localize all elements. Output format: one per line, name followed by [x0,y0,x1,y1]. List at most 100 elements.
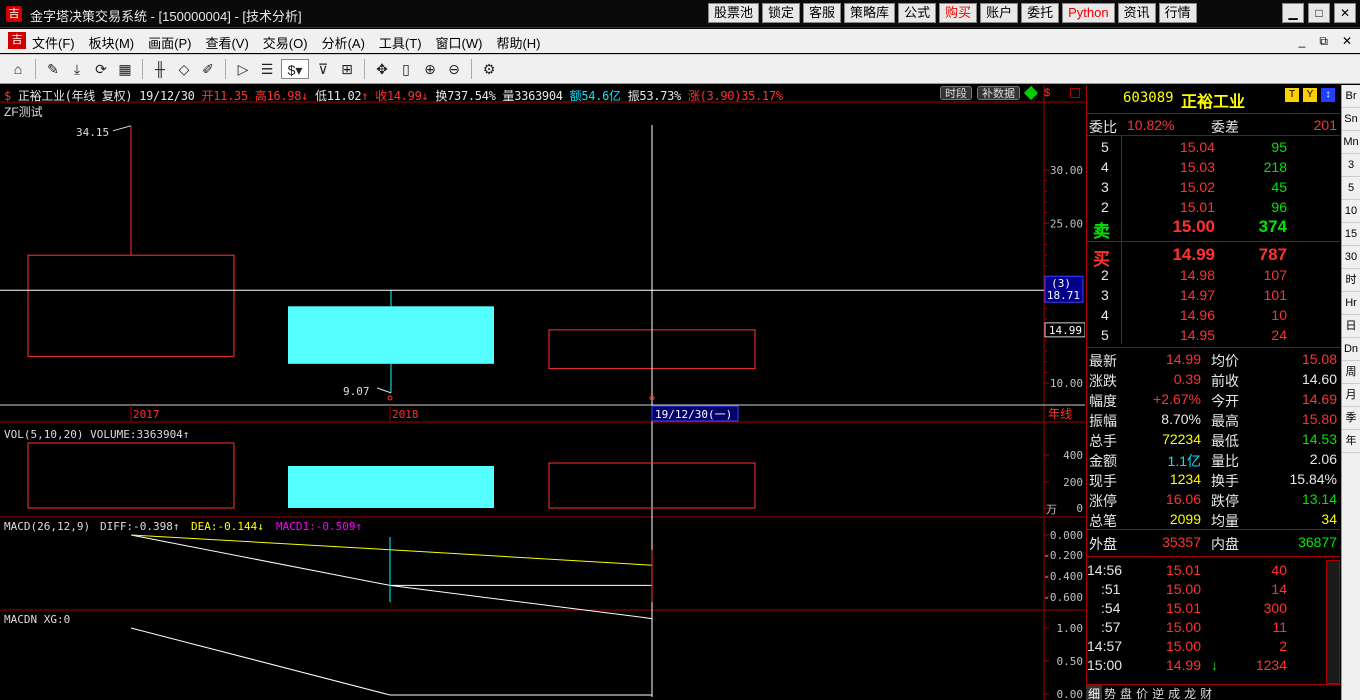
period-button[interactable]: 季 [1342,407,1360,430]
news-button[interactable]: 资讯 [1117,3,1156,23]
move-icon[interactable]: ✥ [372,59,392,79]
period-chip[interactable]: 时段 [940,86,972,100]
bottom-tab[interactable]: 价 [1134,685,1150,700]
zoom-in-icon[interactable]: ⊕ [420,59,440,79]
stat-row: 幅度 +2.67% 今开 14.69 [1087,389,1339,409]
y-icon[interactable]: Y [1303,88,1317,102]
period-button[interactable]: 时 [1342,269,1360,292]
zoom-out-icon[interactable]: ⊖ [444,59,464,79]
expand-icon[interactable] [1070,88,1080,98]
market-button[interactable]: 行情 [1158,3,1197,23]
chart-area[interactable]: 30.00 25.00 10.00 34.15 9.07 (3) 18.71 14.99 201… [0,85,1085,700]
scroll-icon[interactable]: ↕ [1321,88,1335,102]
close-button[interactable]: ✕ [1334,3,1356,23]
stat-label: 均量 [1211,513,1239,529]
bottom-tab[interactable]: 势 [1102,685,1118,700]
bottom-tab[interactable]: 细 [1086,685,1103,700]
menu-screen[interactable]: 画面(P) [148,33,191,52]
stat-label: 均价 [1211,353,1239,369]
stat-row: 总笔 2099 均量 34 [1087,509,1339,529]
period-button[interactable]: 10 [1342,200,1360,223]
ask-price: 15.01 [1179,199,1215,215]
period-button[interactable]: Br [1342,85,1360,108]
refresh-icon[interactable]: ⟳ [91,59,111,79]
minimize-button[interactable]: ▁ [1282,3,1304,23]
menu-logo-icon[interactable]: 吉 [8,32,26,49]
tick-volume: 14 [1271,581,1287,597]
fill-data-chip[interactable]: 补数据 [977,86,1020,100]
period-button[interactable]: 周 [1342,361,1360,384]
download-icon[interactable]: ⤓ [67,59,87,79]
dollar-icon[interactable]: $▾ [281,59,309,79]
menu-analysis[interactable]: 分析(A) [322,33,365,52]
period-button[interactable]: 年 [1342,430,1360,453]
chart-icon[interactable]: ⊞ [337,59,357,79]
stat-label: 前收 [1211,373,1239,389]
play-icon[interactable]: ▷ [233,59,253,79]
mdi-restore-button[interactable]: ⧉ [1319,34,1328,49]
purchase-button[interactable]: 购买 [939,3,978,23]
grid-icon[interactable]: ▦ [115,59,135,79]
lock-button[interactable]: 锁定 [762,3,801,23]
period-button[interactable]: Mn [1342,131,1360,154]
order-button[interactable]: 委托 [1021,3,1060,23]
mdi-minimize-button[interactable]: _ [1299,34,1306,49]
macdn-title: MACDN XG:0 [4,613,70,626]
macdn-tick-label: 0.00 [1057,688,1084,700]
list-icon[interactable]: ☰ [257,59,277,79]
pen-icon[interactable]: ✐ [198,59,218,79]
maximize-button[interactable]: □ [1308,3,1330,23]
menu-help[interactable]: 帮助(H) [496,33,540,52]
strategy-library-button[interactable]: 策略库 [844,3,896,23]
stat-value: 15.08 [1301,351,1337,367]
period-button[interactable]: 3 [1342,154,1360,177]
tick-row: 14:57 15.00 2 [1087,636,1339,656]
stat-value: 13.14 [1301,491,1337,507]
mdi-close-button[interactable]: ✕ [1342,34,1352,49]
period-button[interactable]: 日 [1342,315,1360,338]
ruler-icon[interactable]: ✎ [43,59,63,79]
python-button[interactable]: Python [1062,3,1115,23]
formula-button[interactable]: 公式 [898,3,937,23]
ask-volume: 96 [1271,199,1287,215]
stock-pool-button[interactable]: 股票池 [708,3,760,23]
ask-price: 15.03 [1179,159,1215,175]
menu-trade[interactable]: 交易(O) [263,33,308,52]
ask-volume: 95 [1271,139,1287,155]
home-icon[interactable]: ⌂ [8,59,28,79]
bottom-tab[interactable]: 成 [1166,685,1182,700]
menu-tools[interactable]: 工具(T) [379,33,422,52]
period-button[interactable]: Dn [1342,338,1360,361]
bid-level: 4 [1101,307,1109,323]
column-icon[interactable]: ▯ [396,59,416,79]
settings-icon[interactable]: ⚙ [479,59,499,79]
period-button[interactable]: Hr [1342,292,1360,315]
tick-time: :54 [1101,600,1121,616]
service-button[interactable]: 客服 [803,3,842,23]
menu-window[interactable]: 窗口(W) [436,33,483,52]
account-button[interactable]: 账户 [980,3,1019,23]
t-icon[interactable]: T [1285,88,1299,102]
period-button[interactable]: 15 [1342,223,1360,246]
menu-view[interactable]: 查看(V) [205,33,248,52]
tick-scrollbar[interactable] [1326,560,1340,684]
top-button-group: 股票池 锁定 客服 策略库 公式 购买 账户 委托 Python 资讯 行情 [708,3,1197,23]
period-button[interactable]: 月 [1342,384,1360,407]
toolbar-divider [225,59,226,79]
menu-file[interactable]: 文件(F) [32,33,75,52]
period-button[interactable]: Sn [1342,108,1360,131]
diamond-icon[interactable]: ◇ [174,59,194,79]
stock-title: 正裕工业(年线 复权) [17,89,133,103]
bottom-tab[interactable]: 盘 [1118,685,1134,700]
divider [1087,347,1340,348]
bottom-tab[interactable]: 龙 [1182,685,1198,700]
filter-icon[interactable]: ⊽ [313,59,333,79]
period-button[interactable]: 5 [1342,177,1360,200]
candles-icon[interactable]: ╫ [150,59,170,79]
chart-canvas[interactable]: 30.0025.0010.0034.159.07(3)18.7114.99201… [0,85,1085,700]
bottom-tab[interactable]: 财 [1198,685,1214,700]
open-value: 开11.35 [201,89,249,103]
menu-sector[interactable]: 板块(M) [89,33,135,52]
period-button[interactable]: 30 [1342,246,1360,269]
bottom-tab[interactable]: 逆 [1150,685,1166,700]
